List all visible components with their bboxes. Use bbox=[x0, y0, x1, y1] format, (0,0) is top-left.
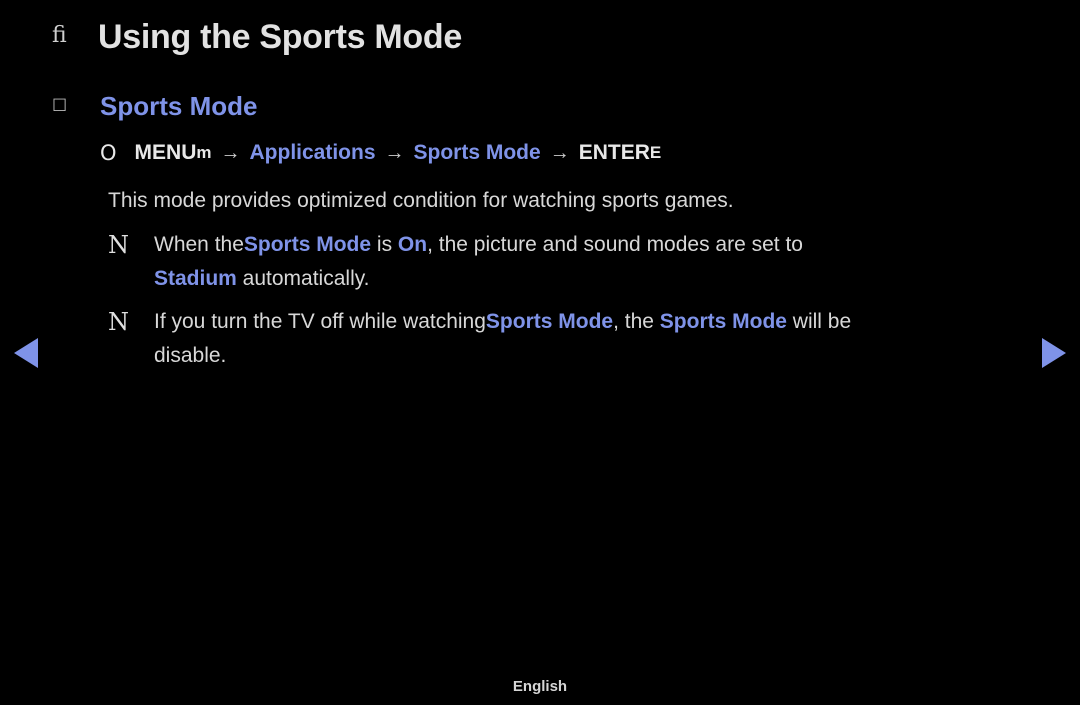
note-text-part1: If you turn the TV off while watching bbox=[154, 310, 486, 333]
note-mark-icon: N bbox=[108, 308, 129, 336]
footer-language: English bbox=[512, 678, 568, 695]
e-manual-page: fi Using the Sports Mode ☐ Sports Mode O… bbox=[0, 0, 1080, 705]
enter-key-icon: E bbox=[649, 143, 662, 162]
path-arrow-2-icon: → bbox=[384, 142, 405, 164]
page-title: Using the Sports Mode bbox=[98, 18, 462, 56]
body-paragraph: This mode provides optimized condition f… bbox=[108, 189, 734, 212]
path-arrow-3-icon: → bbox=[549, 142, 570, 164]
title-bullet-icon: fi bbox=[52, 23, 67, 48]
next-page-arrow-icon[interactable] bbox=[1042, 338, 1066, 368]
menu-label: MENU bbox=[134, 141, 197, 164]
note-text-part2: is bbox=[371, 233, 398, 256]
note-text-part2: , the bbox=[613, 310, 660, 333]
note-item: N When theSports Mode is On, the picture… bbox=[108, 228, 1048, 296]
note-text: When theSports Mode is On, the picture a… bbox=[154, 228, 803, 296]
note-text-part4: automatically. bbox=[236, 267, 370, 290]
note-highlight-sports-mode: Sports Mode bbox=[243, 233, 372, 256]
enter-label: ENTER bbox=[578, 141, 650, 164]
note-text-part3: will be bbox=[786, 310, 852, 333]
path-arrow-1-icon: → bbox=[220, 142, 241, 164]
note-text-part1: When the bbox=[154, 233, 244, 256]
menu-path: O MENU m → Applications → Sports Mode → … bbox=[100, 136, 661, 170]
note-highlight-sports-mode: Sports Mode bbox=[485, 310, 614, 333]
menu-item-applications[interactable]: Applications bbox=[250, 136, 376, 170]
note-highlight-on: On bbox=[397, 233, 428, 256]
menu-key-icon: m bbox=[196, 143, 212, 162]
section-heading-row: ☐ Sports Mode bbox=[52, 88, 257, 124]
note-highlight-sports-mode-2: Sports Mode bbox=[659, 310, 787, 333]
note-item: N If you turn the TV off while watchingS… bbox=[108, 305, 1048, 373]
note-text-part3: , the picture and sound modes are set to bbox=[427, 233, 803, 256]
previous-page-arrow-icon[interactable] bbox=[14, 338, 38, 368]
section-bullet-icon: ☐ bbox=[52, 96, 68, 116]
menu-item-sports-mode[interactable]: Sports Mode bbox=[414, 136, 541, 170]
note-mark-icon: N bbox=[108, 231, 129, 259]
page-title-row: fi Using the Sports Mode bbox=[52, 14, 462, 60]
note-text: If you turn the TV off while watchingSpo… bbox=[154, 305, 851, 373]
note-text-part4: disable. bbox=[154, 344, 227, 367]
note-highlight-stadium: Stadium bbox=[154, 267, 237, 290]
menu-circle-icon: O bbox=[100, 141, 117, 165]
section-title: Sports Mode bbox=[100, 91, 258, 121]
